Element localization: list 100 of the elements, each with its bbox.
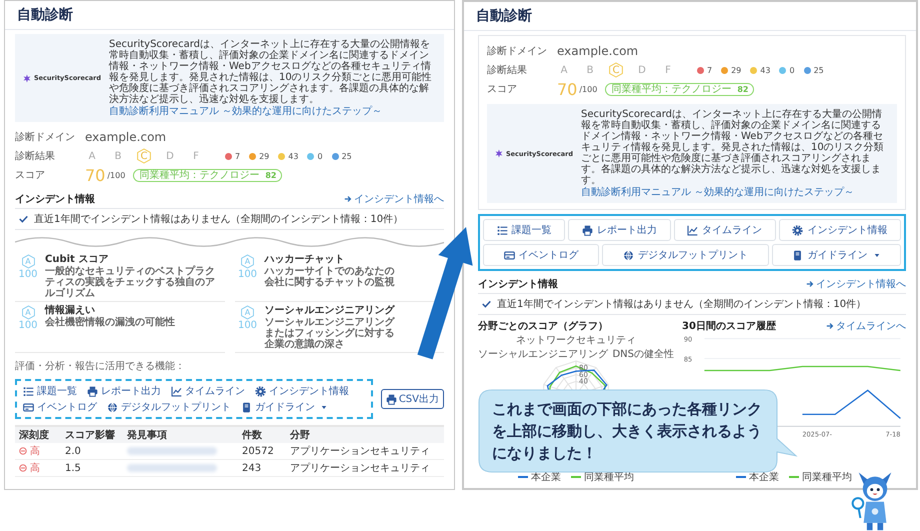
category-name: Cubit スコア — [45, 254, 110, 266]
grade-badge: A — [22, 254, 34, 269]
chart-title: 30日間のスコア履歴 — [682, 320, 776, 333]
score-value: 70 — [557, 80, 578, 98]
grade-letter: C — [609, 62, 623, 78]
score-value: 70 — [85, 166, 106, 184]
table-cell-text: 2.0 — [65, 446, 82, 456]
finding-count: 25 — [342, 152, 352, 160]
arrow-right-icon — [806, 280, 814, 288]
toolbar-button[interactable]: タイムライン — [674, 219, 776, 241]
grade-badge: A — [241, 305, 254, 320]
timeline-link[interactable]: タイムラインへ — [826, 319, 906, 333]
card-icon — [23, 402, 34, 412]
grade-letter: C — [137, 148, 151, 164]
section-title: インシデント情報 — [478, 278, 558, 291]
legend-item: 本企業 — [736, 470, 779, 484]
table-cell-text: アプリケーションセキュリティ — [290, 462, 431, 475]
page-title: 自動診断 — [464, 2, 916, 31]
card-icon — [504, 250, 515, 260]
printer-icon — [582, 224, 593, 236]
finding-count: 43 — [760, 66, 770, 74]
axis-label: ソーシャルエンジニアリング — [478, 349, 608, 360]
axis-label: DNSの健全性 — [612, 349, 674, 360]
grade-letter: A — [560, 64, 568, 78]
finding-count: 7 — [707, 66, 712, 74]
finding-count: 25 — [814, 66, 824, 74]
badge-value: 82 — [737, 84, 748, 94]
manual-link[interactable]: 自動診断利用マニュアル ～効果的な運用に向けたステップ～ — [581, 187, 854, 198]
category-score: 100 — [238, 269, 258, 280]
callout-text: これまで画面の下部にあった各種リンクを上部に移動し、大きく表示されるようになりました！ — [492, 399, 763, 464]
toolbar-button[interactable]: 課題一覧 — [483, 219, 566, 241]
category-description: ソーシャルエンジニアリングまたはフィッシングに対する企業の意識の深さ — [264, 317, 396, 350]
field-label: スコア — [15, 169, 46, 182]
toolbar-button[interactable]: レポート出力 — [568, 219, 670, 241]
finding-count: 43 — [288, 152, 298, 160]
line-chart-icon — [171, 386, 182, 396]
logo-icon — [495, 149, 503, 158]
grade-letter: B — [114, 150, 122, 164]
category-score: 100 — [18, 269, 38, 280]
field-label: 診断結果 — [15, 150, 56, 163]
page-title: 自動診断 — [5, 1, 454, 30]
field-label: 診断ドメイン — [487, 44, 548, 58]
csv-export-button[interactable]: CSV出力 — [380, 389, 444, 409]
list-icon — [496, 224, 508, 236]
toolbar-link[interactable]: レポート出力 — [87, 384, 161, 398]
category-name: 情報漏えい — [45, 305, 96, 316]
grade-letter: B — [586, 64, 594, 78]
toolbar-button[interactable]: イベントログ — [483, 244, 600, 266]
category-score: 100 — [18, 320, 38, 331]
incident-link[interactable]: インシデント情報へ — [344, 192, 444, 206]
toolbar-link[interactable]: イベントログ — [23, 400, 97, 414]
column-header: スコア影響 — [65, 428, 116, 442]
toolbar-link[interactable]: インシデント情報 — [255, 384, 349, 398]
grade-letter: D — [637, 64, 647, 78]
table-cell-text: 1.5 — [65, 462, 82, 474]
score-max: /100 — [107, 170, 126, 180]
globe-icon — [622, 250, 634, 260]
incident-link[interactable]: インシデント情報へ — [806, 277, 906, 291]
grade-badge: A — [22, 305, 34, 320]
toolbar-button[interactable]: デジタルフットプリント — [602, 244, 769, 266]
manual-link[interactable]: 自動診断利用マニュアル ～効果的な運用に向けたステップ～ — [109, 106, 382, 117]
column-header: 深刻度 — [19, 428, 50, 442]
axis-label: ネットワークセキュリティ — [516, 335, 636, 346]
caret-icon — [874, 252, 880, 258]
globe-icon — [107, 402, 118, 412]
list-icon — [23, 386, 34, 396]
finding-count: 7 — [235, 152, 240, 160]
field-label: 診断ドメイン — [15, 130, 76, 144]
book-icon — [792, 250, 804, 260]
toolbar-link[interactable]: デジタルフットプリント — [107, 400, 231, 414]
toolbar-link[interactable]: ガイドライン — [241, 400, 327, 414]
table-cell-text: 20572 — [242, 446, 275, 456]
field-label: 診断結果 — [487, 64, 528, 77]
incident-message: 直近1年間でインシデント情報はありません（全期間のインシデント情報：10件） — [34, 212, 404, 226]
section-title: インシデント情報 — [15, 192, 95, 206]
legend-item: 同業種平均 — [571, 470, 634, 484]
domain-name: example.com — [557, 44, 638, 58]
severity-cell: 高 — [19, 461, 65, 475]
finding-count: 0 — [789, 66, 795, 74]
toolbar-button[interactable]: ガイドライン — [772, 244, 901, 266]
category-name: ハッカーチャット — [264, 254, 346, 266]
toolbar-link[interactable]: 課題一覧 — [23, 384, 77, 398]
gear-icon — [255, 386, 266, 396]
check-icon — [482, 300, 491, 308]
minus-circle-icon — [19, 464, 27, 472]
toolbar-button[interactable]: インシデント情報 — [778, 219, 901, 241]
score-max: /100 — [579, 84, 598, 94]
category-description: 一般的なセキュリティのベストプラクティスの実践をチェックする独自のアルゴリズム — [45, 266, 216, 299]
badge-label: 同業種平均：テクノロジー — [139, 170, 260, 180]
badge-value: 82 — [265, 170, 276, 180]
toolbar-link[interactable]: タイムライン — [171, 384, 245, 398]
table-cell-text: 243 — [242, 462, 262, 474]
domain-name: example.com — [85, 130, 166, 144]
finding-count: 29 — [259, 152, 270, 160]
minus-circle-icon — [19, 447, 27, 455]
category-description: ハッカーサイトでのあなたの会社に関するチャットの監視 — [264, 266, 396, 288]
arrow-right-icon — [826, 322, 834, 330]
column-header: 発見事項 — [127, 428, 168, 442]
column-header: 件数 — [242, 428, 263, 442]
table-cell-text: アプリケーションセキュリティ — [290, 444, 431, 458]
